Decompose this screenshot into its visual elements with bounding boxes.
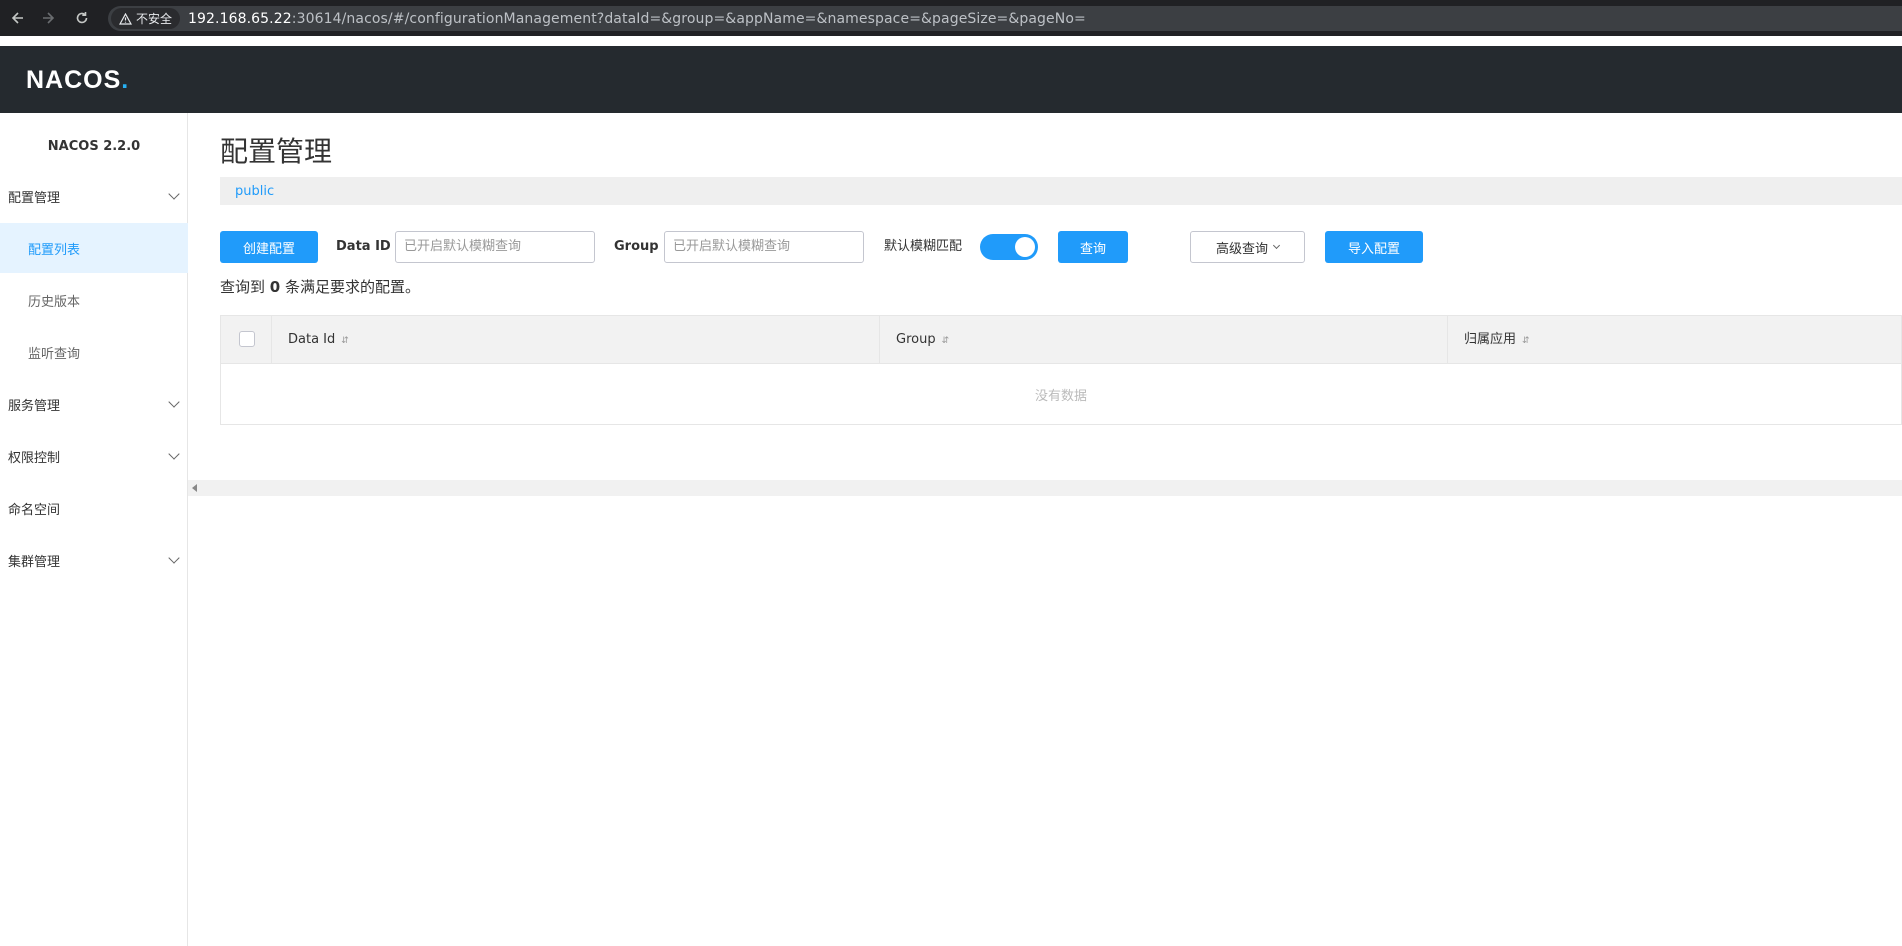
scroll-left-icon[interactable] bbox=[192, 484, 197, 492]
main-content: 配置管理 public 创建配置 Data ID 已开启默认模糊查询 Group… bbox=[188, 113, 1902, 946]
column-label: Data Id bbox=[288, 332, 336, 347]
sidebar-item-label: 服务管理 bbox=[8, 398, 61, 414]
sidebar: NACOS 2.2.0 配置管理 配置列表 历史版本 监听查询 服务管理 权限控… bbox=[0, 113, 188, 946]
create-config-button[interactable]: 创建配置 bbox=[220, 231, 318, 263]
result-count: 0 bbox=[269, 278, 281, 296]
sidebar-item-config-list[interactable]: 配置列表 bbox=[0, 223, 188, 273]
sidebar-item-history[interactable]: 历史版本 bbox=[0, 275, 188, 325]
app-header: NACOS. bbox=[0, 46, 1902, 113]
sort-icon[interactable]: ⇵ bbox=[341, 317, 349, 365]
horizontal-scrollbar[interactable] bbox=[188, 480, 1902, 496]
group-label: Group bbox=[614, 239, 659, 254]
sidebar-item-label: 集群管理 bbox=[8, 554, 61, 570]
url-text[interactable]: 192.168.65.22:30614/nacos/#/configuratio… bbox=[188, 11, 1086, 27]
sidebar-item-listener-query[interactable]: 监听查询 bbox=[0, 327, 188, 377]
config-table: Data Id ⇵ Group ⇵ 归属应用 ⇵ 没有数据 bbox=[220, 315, 1902, 425]
result-suffix: 条满足要求的配置。 bbox=[285, 278, 421, 296]
column-header-dataid[interactable]: Data Id ⇵ bbox=[271, 316, 879, 364]
chevron-down-icon bbox=[168, 188, 180, 200]
empty-state: 没有数据 bbox=[1034, 388, 1087, 404]
nacos-logo[interactable]: NACOS. bbox=[26, 66, 129, 95]
search-toolbar: 创建配置 Data ID 已开启默认模糊查询 Group 已开启默认模糊查询 默… bbox=[220, 231, 1902, 263]
sort-icon[interactable]: ⇵ bbox=[1522, 317, 1530, 365]
dataid-label: Data ID bbox=[336, 239, 391, 254]
query-button[interactable]: 查询 bbox=[1058, 231, 1128, 263]
fuzzy-match-toggle[interactable] bbox=[980, 234, 1038, 260]
namespace-link-public[interactable]: public bbox=[235, 184, 274, 199]
url-host: 192.168.65.22 bbox=[188, 10, 292, 27]
table-header: Data Id ⇵ Group ⇵ 归属应用 ⇵ bbox=[221, 316, 1901, 364]
sidebar-item-label: 历史版本 bbox=[28, 294, 81, 310]
select-all-checkbox[interactable] bbox=[239, 331, 255, 347]
advanced-query-dropdown[interactable]: 高级查询 bbox=[1190, 231, 1305, 263]
sidebar-item-label: 权限控制 bbox=[8, 450, 61, 466]
group-input[interactable]: 已开启默认模糊查询 bbox=[664, 231, 864, 263]
fuzzy-match-label: 默认模糊匹配 bbox=[884, 239, 963, 254]
sidebar-item-config-management[interactable]: 配置管理 bbox=[0, 171, 188, 221]
security-indicator[interactable]: 不安全 bbox=[111, 8, 181, 29]
chevron-down-icon bbox=[168, 552, 180, 564]
logo-text-part: NA bbox=[26, 66, 65, 94]
sidebar-item-cluster-management[interactable]: 集群管理 bbox=[0, 535, 188, 585]
result-summary: 查询到 0 条满足要求的配置。 bbox=[220, 276, 420, 297]
dataid-input[interactable]: 已开启默认模糊查询 bbox=[395, 231, 595, 263]
address-bar[interactable]: 不安全 192.168.65.22:30614/nacos/#/configur… bbox=[108, 6, 1902, 31]
insecure-label: 不安全 bbox=[136, 12, 173, 26]
import-config-button[interactable]: 导入配置 bbox=[1325, 231, 1423, 263]
sidebar-item-label: 配置管理 bbox=[8, 190, 61, 206]
reload-icon[interactable] bbox=[64, 0, 100, 36]
chevron-down-icon bbox=[168, 448, 180, 460]
sidebar-item-namespace[interactable]: 命名空间 bbox=[0, 483, 188, 533]
version-label: NACOS 2.2.0 bbox=[47, 139, 141, 154]
chevron-down-icon bbox=[168, 396, 180, 408]
browser-toolbar: 不安全 192.168.65.22:30614/nacos/#/configur… bbox=[0, 0, 1902, 36]
page-title: 配置管理 bbox=[220, 135, 333, 168]
logo-dot: . bbox=[121, 66, 130, 94]
sidebar-item-label: 监听查询 bbox=[28, 346, 81, 362]
result-prefix: 查询到 bbox=[220, 278, 266, 296]
logo-text-part: C bbox=[64, 66, 84, 94]
namespace-bar: public bbox=[220, 177, 1902, 205]
column-label: Group bbox=[896, 332, 936, 347]
toggle-knob bbox=[1015, 237, 1035, 257]
sidebar-item-label: 命名空间 bbox=[8, 502, 61, 518]
sidebar-item-label: 配置列表 bbox=[28, 242, 81, 258]
advanced-query-label: 高级查询 bbox=[1215, 241, 1268, 257]
warning-icon bbox=[119, 12, 132, 25]
forward-arrow-icon[interactable] bbox=[30, 0, 66, 36]
column-header-group[interactable]: Group ⇵ bbox=[879, 316, 1447, 364]
column-header-app[interactable]: 归属应用 ⇵ bbox=[1447, 316, 1902, 364]
chevron-down-icon bbox=[1272, 241, 1281, 250]
sort-icon[interactable]: ⇵ bbox=[942, 317, 950, 365]
url-path: :30614/nacos/#/configurationManagement?d… bbox=[291, 10, 1086, 27]
sidebar-item-service-management[interactable]: 服务管理 bbox=[0, 379, 188, 429]
sidebar-item-access-control[interactable]: 权限控制 bbox=[0, 431, 188, 481]
logo-text-part: OS bbox=[83, 66, 122, 94]
column-label: 归属应用 bbox=[1464, 332, 1517, 347]
